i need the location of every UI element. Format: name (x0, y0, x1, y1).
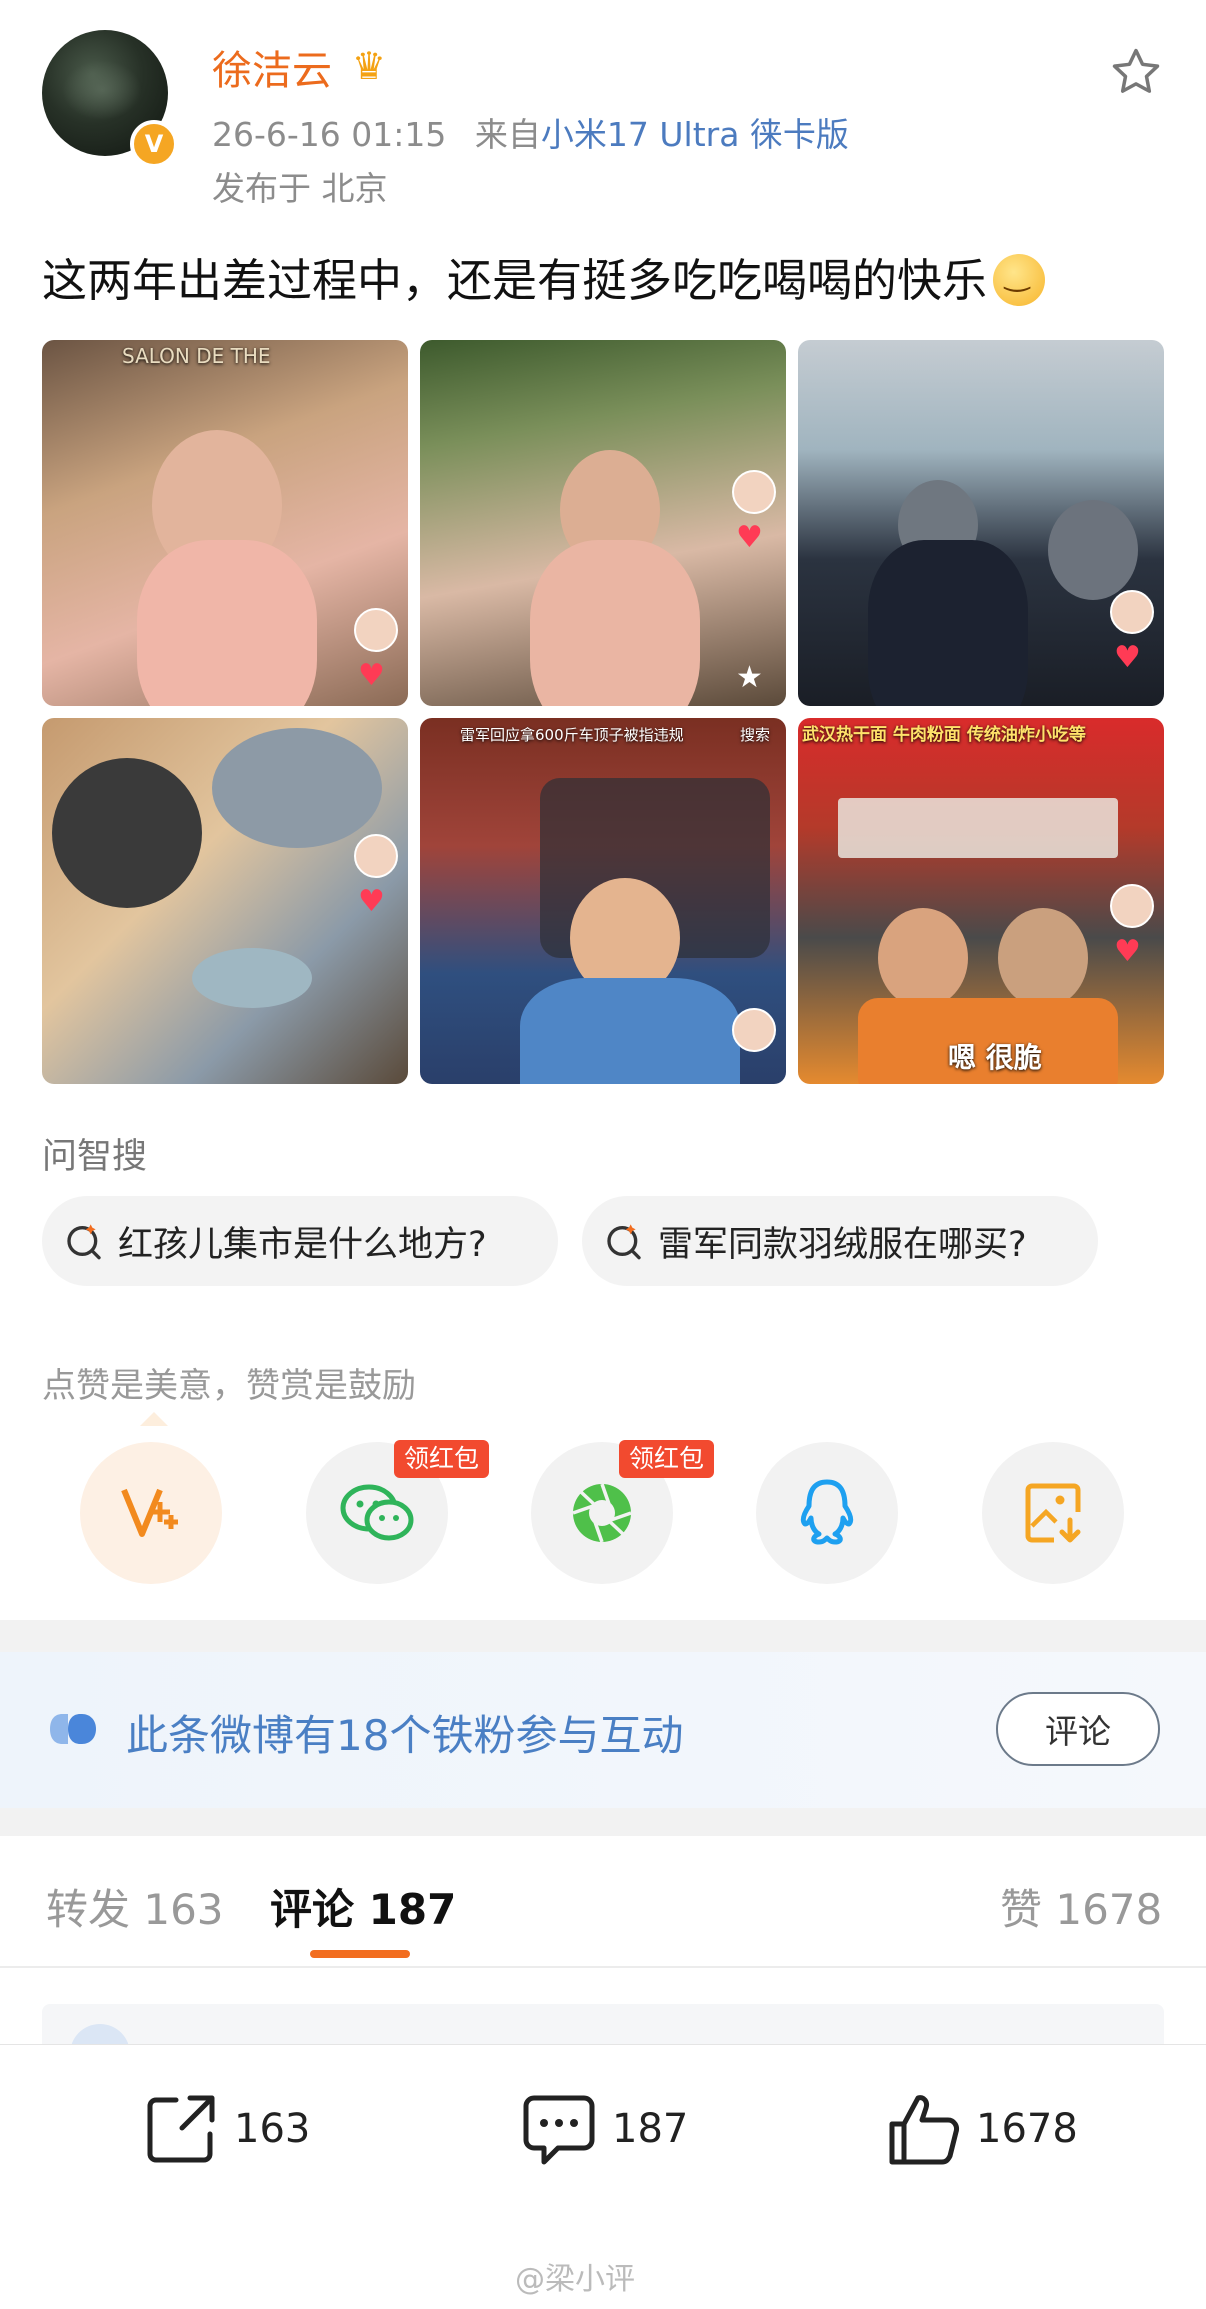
post-location: 发布于 北京 (212, 169, 388, 208)
post-meta: 26-6-16 01:15 来自小米17 Ultra 徕卡版 (212, 108, 849, 156)
smile-emoji-icon (993, 254, 1046, 306)
post-time: 26-6-16 01:15 (212, 115, 447, 154)
post-photo-1[interactable]: SALON DE THE ♥ (42, 340, 408, 706)
comment-button[interactable]: 187 (520, 2090, 688, 2168)
creator-mini-avatar-icon (1110, 884, 1154, 928)
red-packet-badge-wechat: 领红包 (394, 1440, 490, 1478)
watermark: @梁小评 (515, 2262, 635, 2297)
post-text-content: 这两年出差过程中，还是有挺多吃吃喝喝的快乐 (42, 254, 988, 307)
section-gap (0, 1620, 1206, 1652)
star-icon: ★ (736, 660, 763, 695)
creator-mini-avatar-icon (354, 608, 398, 652)
repost-share-icon (147, 2095, 215, 2163)
post-photo-2[interactable]: ♥ ★ (420, 340, 786, 706)
comment-card-peek (42, 2004, 1164, 2044)
username[interactable]: 徐洁云 (212, 38, 332, 96)
moments-shutter-icon (572, 1483, 632, 1543)
like-count: 1678 (976, 2106, 1078, 2152)
post-photo-6[interactable]: 武汉热干面 牛肉粉面 传统油炸小吃等 嗯 很脆 ♥ (798, 718, 1164, 1084)
creator-mini-avatar-icon (732, 1008, 776, 1052)
ai-search-icon (67, 1224, 101, 1260)
post-photo-5[interactable]: 雷军回应拿600斤车顶子被指违规 搜索 (420, 718, 786, 1084)
reward-v-plus-icon (121, 1488, 178, 1537)
creator-mini-avatar-icon (732, 470, 776, 514)
ask-section-title: 问智搜 (42, 1137, 148, 1177)
save-image-icon (1025, 1483, 1081, 1543)
reward-prompt: 点赞是美意，赞赏是鼓励 (42, 1366, 416, 1406)
ask-chip-1[interactable]: 红孩儿集市是什么地方? (42, 1196, 558, 1286)
creator-mini-avatar-icon (354, 834, 398, 878)
post-photo-3[interactable]: ♥ (798, 340, 1164, 706)
tab-comment[interactable]: 评论 187 (270, 1876, 456, 1937)
qq-penguin-icon (800, 1479, 854, 1545)
like-button[interactable]: 1678 (884, 2090, 1078, 2168)
source-prefix: 来自 (474, 115, 541, 154)
like-heart-icon: ♥ (358, 658, 385, 693)
tab-like[interactable]: 赞 1678 (1000, 1876, 1162, 1937)
verified-badge: V (130, 120, 178, 168)
tab-divider (0, 1966, 1206, 1968)
save-image-button[interactable] (982, 1442, 1124, 1584)
share-qq-button[interactable] (756, 1442, 898, 1584)
photo-caption: 嗯 很脆 (948, 1041, 1042, 1074)
red-packet-badge-moments: 领红包 (619, 1440, 715, 1478)
favorite-star-icon[interactable] (1108, 44, 1164, 100)
like-heart-icon: ♥ (1114, 640, 1141, 675)
repost-count: 163 (234, 2106, 311, 2152)
repost-button[interactable]: 163 (142, 2090, 310, 2168)
ask-chip-label: 红孩儿集市是什么地方? (118, 1224, 487, 1265)
wechat-icon (340, 1484, 414, 1541)
photo-sign-text: SALON DE THE (122, 344, 271, 368)
section-gap (0, 1808, 1206, 1836)
crown-icon: ♛ (352, 44, 387, 88)
post-text: 这两年出差过程中，还是有挺多吃吃喝喝的快乐 (42, 244, 1046, 309)
tab-repost[interactable]: 转发 163 (46, 1876, 224, 1937)
fans-interaction-text: 此条微博有18个铁粉参与互动 (126, 1711, 684, 1760)
like-heart-icon: ♥ (736, 520, 763, 555)
active-tab-indicator (310, 1950, 410, 1958)
comment-count: 187 (612, 2106, 689, 2152)
photo-search-button: 搜索 (740, 726, 771, 744)
ask-chip-2[interactable]: 雷军同款羽绒服在哪买? (582, 1196, 1098, 1286)
ask-chip-label: 雷军同款羽绒服在哪买? (658, 1224, 1027, 1265)
tooltip-pointer (140, 1412, 168, 1426)
fans-chat-icon (50, 1714, 96, 1744)
comment-bubble-icon (523, 2095, 595, 2165)
ai-search-icon (607, 1224, 641, 1260)
post-photo-4[interactable]: ♥ (42, 718, 408, 1084)
photo-search-text: 雷军回应拿600斤车顶子被指违规 (460, 726, 684, 744)
like-heart-icon: ♥ (1114, 934, 1141, 969)
reward-button[interactable] (80, 1442, 222, 1584)
thumbs-up-icon (889, 2095, 959, 2165)
like-heart-icon: ♥ (358, 884, 385, 919)
source-device-link[interactable]: 小米17 Ultra 徕卡版 (541, 115, 849, 154)
fans-comment-button[interactable]: 评论 (996, 1692, 1160, 1766)
creator-mini-avatar-icon (1110, 590, 1154, 634)
photo-shop-sign: 武汉热干面 牛肉粉面 传统油炸小吃等 (802, 725, 1086, 745)
